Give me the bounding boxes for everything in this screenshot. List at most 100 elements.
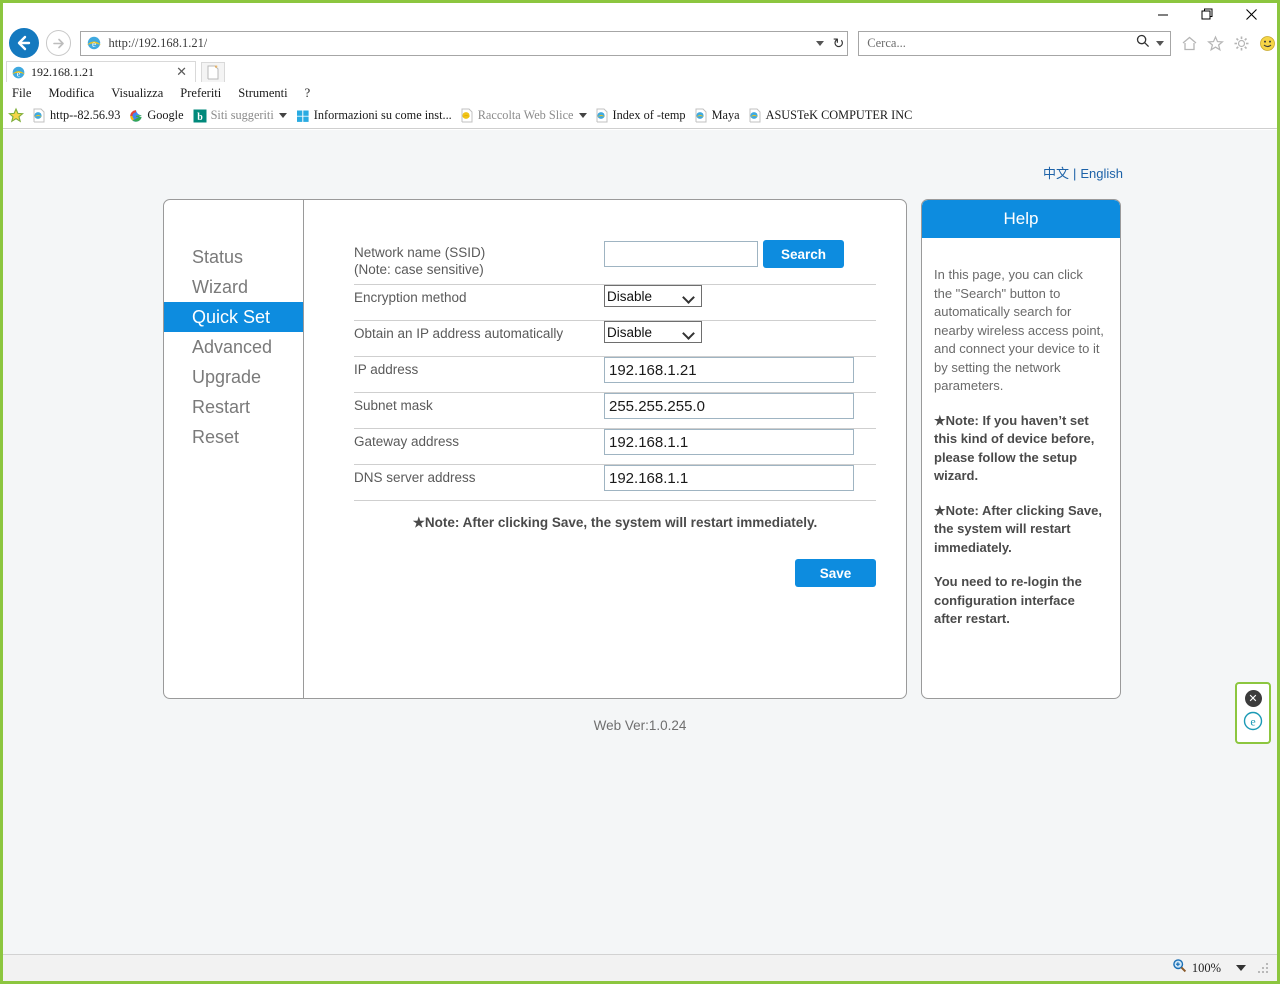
bookmark-label: Raccolta Web Slice [477, 108, 574, 122]
language-chinese-link[interactable]: 中文 [1043, 166, 1069, 181]
dhcp-select[interactable]: Disable [604, 321, 702, 343]
bookmark-asustek[interactable]: ASUSTeK COMPUTER INC [749, 108, 913, 123]
forward-arrow-icon[interactable] [45, 30, 72, 56]
bookmark-raccolta-web-slice[interactable]: Raccolta Web Slice [461, 108, 587, 123]
close-icon[interactable]: ✕ [176, 64, 187, 80]
subnet-mask-label: Subnet mask [354, 398, 433, 413]
sidebar-item-advanced[interactable]: Advanced [164, 332, 303, 362]
help-note-3: You need to re-login the configuration i… [934, 574, 1082, 626]
chevron-down-icon[interactable] [815, 40, 824, 46]
bookmark-informazioni[interactable]: Informazioni su come inst... [296, 108, 452, 123]
menu-bar: File Modifica Visualizza Preferiti Strum… [3, 83, 1277, 103]
main-panel: Status Wizard Quick Set Advanced Upgrade… [163, 199, 907, 699]
dhcp-select-wrap: Disable [604, 321, 702, 343]
menu-item-visualizza[interactable]: Visualizza [111, 86, 163, 101]
language-selector: 中文 | English [1043, 163, 1123, 182]
address-text: http://192.168.1.21/ [108, 35, 208, 50]
gateway-controls [604, 429, 876, 455]
browser-window: e http://192.168.1.21/ ↻ Cerca... e 192.… [0, 0, 1280, 984]
sidebar-item-restart[interactable]: Restart [164, 392, 303, 422]
browser-tab[interactable]: e 192.168.1.21 ✕ [6, 61, 196, 82]
menu-item-help[interactable]: ? [305, 86, 311, 101]
dhcp-controls: Disable [604, 321, 876, 343]
search-button[interactable]: Search [763, 240, 844, 268]
form-row-encryption: Encryption method Disable [354, 285, 876, 321]
search-actions [1136, 32, 1164, 55]
menu-item-modifica[interactable]: Modifica [48, 86, 94, 101]
smiley-icon[interactable] [1258, 34, 1277, 53]
ie-page-icon [695, 108, 708, 123]
bookmark-label: http--82.56.93 [50, 108, 121, 122]
menu-item-file[interactable]: File [12, 86, 31, 101]
browser-search-box[interactable]: Cerca... [858, 30, 1171, 56]
bookmark-label: ASUSTeK COMPUTER INC [765, 108, 913, 122]
restore-button[interactable] [1185, 4, 1229, 25]
resize-grip[interactable] [1257, 962, 1269, 974]
subnet-mask-input[interactable] [604, 393, 854, 419]
navigation-bar: e http://192.168.1.21/ ↻ Cerca... [3, 25, 1277, 61]
home-icon[interactable] [1180, 34, 1199, 53]
svg-text:e: e [1250, 715, 1255, 729]
ssid-label-line1: Network name (SSID) [354, 245, 486, 260]
google-g-icon [129, 109, 143, 123]
ssid-controls: Search [604, 240, 876, 268]
close-icon[interactable]: ✕ [1244, 690, 1262, 707]
help-panel-body: In this page, you can click the "Search"… [922, 238, 1120, 629]
sidebar-item-quick-set[interactable]: Quick Set [164, 302, 303, 332]
bookmark-google[interactable]: Google [129, 108, 184, 123]
ssid-label-line2: (Note: case sensitive) [354, 262, 484, 277]
search-provider-chevron-icon[interactable] [1156, 40, 1164, 46]
favorites-star-icon[interactable] [1206, 34, 1225, 53]
sidebar-nav: Status Wizard Quick Set Advanced Upgrade… [164, 200, 304, 698]
gear-icon[interactable] [1232, 34, 1251, 53]
language-english-link[interactable]: English [1080, 166, 1123, 181]
menu-item-preferiti[interactable]: Preferiti [180, 86, 221, 101]
dns-input[interactable] [604, 465, 854, 491]
ssid-input[interactable] [604, 241, 758, 267]
bookmark-label: Google [147, 108, 184, 122]
close-button[interactable] [1229, 4, 1273, 25]
help-paragraph-1: In this page, you can click the "Search"… [934, 267, 1104, 393]
bookmark-siti-suggeriti[interactable]: b Siti suggeriti [193, 108, 287, 123]
sidebar-item-reset[interactable]: Reset [164, 422, 303, 452]
bookmark-maya[interactable]: Maya [695, 108, 740, 123]
bookmark-http-82-56-93[interactable]: http--82.56.93 [33, 108, 120, 123]
gateway-input[interactable] [604, 429, 854, 455]
chevron-down-icon[interactable] [1236, 965, 1246, 971]
ie-logo-icon: e [86, 35, 102, 51]
back-arrow-icon[interactable] [9, 28, 39, 58]
dhcp-label: Obtain an IP address automatically [354, 326, 564, 341]
ip-address-input[interactable] [604, 357, 854, 383]
encryption-controls: Disable [604, 285, 876, 307]
tab-title: 192.168.1.21 [31, 64, 94, 79]
ie-logo-icon[interactable]: e [1243, 711, 1263, 736]
menu-item-strumenti[interactable]: Strumenti [238, 86, 287, 101]
chevron-down-icon[interactable] [578, 113, 587, 118]
floating-ie-widget: ✕ e [1235, 682, 1271, 744]
help-panel-title: Help [922, 200, 1120, 238]
refresh-icon[interactable]: ↻ [833, 36, 845, 50]
bookmark-label: Siti suggeriti [210, 108, 274, 122]
gateway-label: Gateway address [354, 434, 460, 449]
address-bar[interactable]: e http://192.168.1.21/ ↻ [80, 30, 849, 56]
search-icon[interactable] [1136, 34, 1150, 53]
encryption-select[interactable]: Disable [604, 285, 702, 307]
sidebar-item-wizard[interactable]: Wizard [164, 272, 303, 302]
browser-toolbar-icons [1180, 34, 1277, 53]
ie-page-icon [596, 108, 609, 123]
save-button[interactable]: Save [795, 559, 876, 587]
zoom-control[interactable]: 100% [1172, 958, 1269, 978]
chevron-down-icon[interactable] [278, 113, 287, 118]
bookmark-index-of-temp[interactable]: Index of -temp [596, 108, 686, 123]
encryption-select-wrap: Disable [604, 285, 702, 307]
form-row-ip-address: IP address [354, 357, 876, 393]
sidebar-item-status[interactable]: Status [164, 242, 303, 272]
form-row-gateway: Gateway address [354, 429, 876, 465]
minimize-button[interactable] [1141, 4, 1185, 25]
form-row-ssid: Network name (SSID) (Note: case sensitiv… [354, 240, 876, 285]
add-favorite-icon[interactable] [8, 107, 26, 125]
web-version-footer: Web Ver:1.0.24 [593, 718, 687, 733]
ssid-label: Network name (SSID) (Note: case sensitiv… [354, 240, 604, 278]
new-tab-button[interactable]: * [201, 62, 225, 82]
sidebar-item-upgrade[interactable]: Upgrade [164, 362, 303, 392]
